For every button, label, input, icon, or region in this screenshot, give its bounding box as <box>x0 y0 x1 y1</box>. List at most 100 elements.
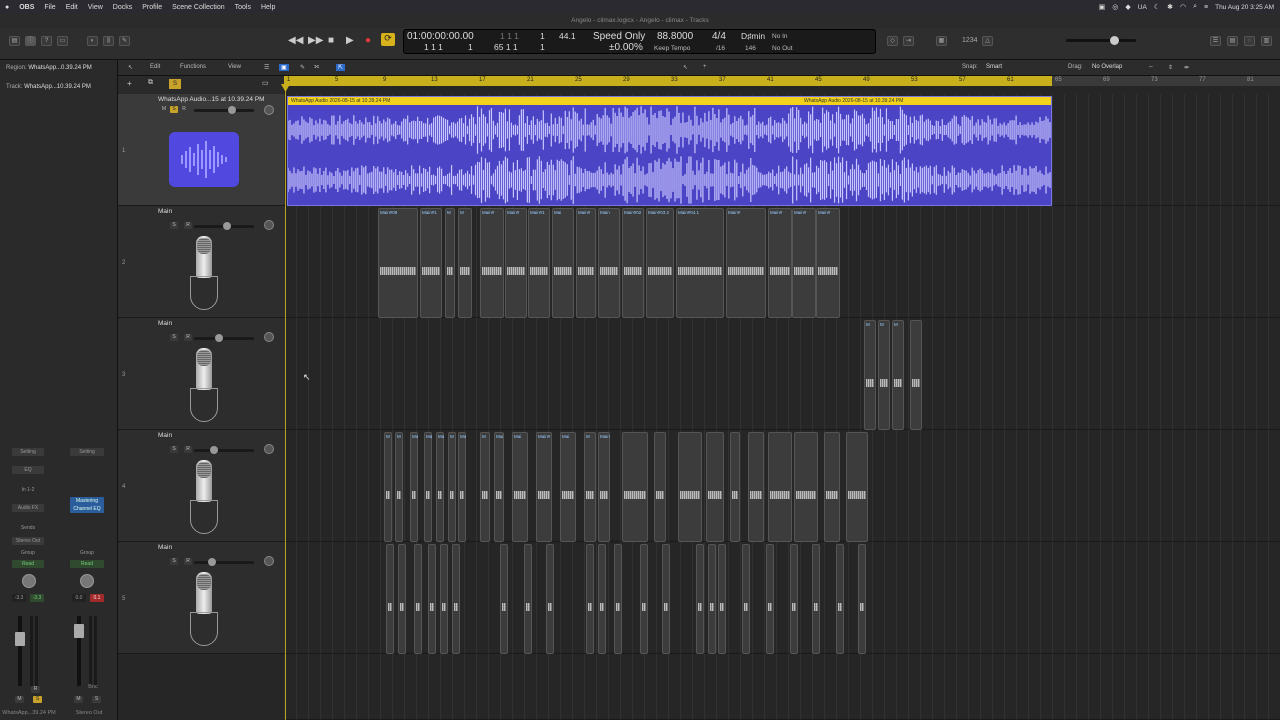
audio-clip[interactable] <box>708 544 716 654</box>
notes-icon[interactable]: ▤ <box>1227 36 1238 46</box>
audio-clip[interactable]: M <box>384 432 392 542</box>
strip2-fader[interactable] <box>74 624 84 638</box>
inspector-icon[interactable]: ⓘ <box>25 36 36 46</box>
focus-icon[interactable]: ☾ <box>1154 3 1160 11</box>
audio-clip[interactable]: Mai <box>552 208 574 318</box>
audio-clip[interactable] <box>414 544 422 654</box>
audio-clip[interactable] <box>654 432 666 542</box>
metronome-icon[interactable]: ▦ <box>936 36 947 46</box>
audio-clip[interactable]: Mai <box>410 432 418 542</box>
audio-clip[interactable]: Main# <box>576 208 596 318</box>
editors-icon[interactable]: ✎ <box>119 36 130 46</box>
library-icon[interactable]: ▤ <box>9 36 20 46</box>
catch-icon[interactable]: ⇱ <box>336 64 346 71</box>
master-volume-knob[interactable] <box>1110 36 1119 45</box>
audio-clip[interactable] <box>794 432 818 542</box>
audio-clip[interactable]: Main# <box>458 432 466 542</box>
track-volume-slider[interactable] <box>194 337 254 340</box>
app-menu[interactable]: OBS <box>14 4 39 11</box>
track-pan-knob[interactable] <box>264 105 274 115</box>
audio-clip[interactable]: Mai <box>512 432 528 542</box>
audio-clip[interactable]: Main <box>598 432 610 542</box>
audio-clip[interactable]: Main# <box>536 432 552 542</box>
empty-lane[interactable] <box>284 654 1280 720</box>
audio-clip[interactable]: Main# <box>768 208 792 318</box>
strip1-sends[interactable]: Sends <box>12 524 44 532</box>
audio-clip[interactable] <box>790 544 798 654</box>
solo-button[interactable]: S <box>170 222 178 229</box>
audio-clip[interactable] <box>622 432 648 542</box>
record-enable-button[interactable]: R <box>184 558 192 565</box>
menu-view[interactable]: View <box>83 4 108 11</box>
track-volume-knob[interactable] <box>215 334 223 342</box>
audio-clip[interactable] <box>598 544 606 654</box>
pencil-icon[interactable]: ✎ <box>300 64 305 71</box>
menu-docks[interactable]: Docks <box>108 4 137 11</box>
audio-clip[interactable]: Main# <box>726 208 766 318</box>
track-name[interactable]: WhatsApp...10.39.24 PM <box>24 84 91 90</box>
audio-clip[interactable] <box>386 544 394 654</box>
audio-clip[interactable] <box>546 544 554 654</box>
audio-clip[interactable]: Main#1 <box>420 208 442 318</box>
stop-icon[interactable]: ■ <box>328 35 334 46</box>
smart-controls-icon[interactable]: ◐ <box>87 36 98 46</box>
audio-clip[interactable]: Main#08 <box>378 208 418 318</box>
track-volume-slider[interactable] <box>194 561 254 564</box>
strip2-automation[interactable]: Read <box>70 560 104 568</box>
strip1-audio-fx[interactable]: Audio FX <box>12 504 44 512</box>
quick-help-icon[interactable]: ? <box>41 36 52 46</box>
record-enable-button[interactable]: R <box>184 222 192 229</box>
strip1-setting[interactable]: Setting <box>12 448 44 456</box>
cycle-icon[interactable]: ⟳ <box>381 33 395 46</box>
strip2-bounce[interactable]: Bnc <box>86 684 100 690</box>
track-header-3[interactable]: 3 Main S R <box>118 318 284 430</box>
audio-clip[interactable] <box>846 432 868 542</box>
strip2-plugin[interactable]: Mastering Channel EQ <box>70 497 104 513</box>
strip2-pan-knob[interactable] <box>80 574 94 588</box>
audio-clip[interactable]: M <box>584 432 596 542</box>
strip1-fader[interactable] <box>15 632 25 646</box>
record-enable-button[interactable]: R <box>184 334 192 341</box>
horizontal-zoom-icon[interactable]: ⇹ <box>1184 64 1189 71</box>
strip1-input[interactable]: In 1-2 <box>12 486 44 494</box>
audio-clip[interactable]: M <box>448 432 456 542</box>
marker-lane[interactable] <box>284 86 1280 94</box>
eye-icon[interactable]: ◆ <box>1125 3 1130 11</box>
rewind-icon[interactable]: ◀◀ <box>288 35 303 46</box>
audio-clip[interactable] <box>730 432 740 542</box>
audio-clip[interactable]: Mai <box>560 432 576 542</box>
audio-clip[interactable] <box>824 432 840 542</box>
track-header-4[interactable]: 4 Main S R <box>118 430 284 542</box>
audio-clip[interactable] <box>614 544 622 654</box>
back-icon[interactable]: ↖ <box>128 64 133 71</box>
strip2-group[interactable]: Group <box>70 549 104 557</box>
bar-ruler[interactable]: 1 5 9 13 17 21 25 29 33 37 41 45 49 53 5… <box>284 76 1280 86</box>
vertical-zoom-icon[interactable]: ⇕ <box>1168 64 1173 71</box>
list-editors-icon[interactable]: ☰ <box>1210 36 1221 46</box>
add-track-icon[interactable]: + <box>127 79 132 88</box>
duplicate-track-icon[interactable]: ⧉ <box>148 79 153 87</box>
forward-icon[interactable]: ▶▶ <box>308 35 323 46</box>
solo-button[interactable]: S <box>170 446 178 453</box>
tuner-icon[interactable]: ◇ <box>887 36 898 46</box>
audio-clip[interactable] <box>586 544 594 654</box>
strip1-solo[interactable]: S <box>33 696 42 703</box>
spotlight-icon[interactable]: ⌕ <box>1193 3 1197 11</box>
audio-clip[interactable] <box>836 544 844 654</box>
zoom-icon[interactable]: ⇔ <box>1148 64 1154 70</box>
track-header-options-icon[interactable]: ▭ <box>262 79 269 87</box>
view-menu[interactable]: View <box>228 64 241 70</box>
audio-clip[interactable]: M <box>864 320 876 430</box>
audio-clip[interactable]: Mai <box>494 432 504 542</box>
track-volume-slider[interactable] <box>194 449 254 452</box>
audio-clip[interactable]: Main# <box>505 208 527 318</box>
audio-clip[interactable]: M <box>892 320 904 430</box>
track-name-label[interactable]: Main <box>158 432 172 439</box>
track-name-label[interactable]: WhatsApp Audio...15 at 10.39.24 PM <box>158 96 265 103</box>
audio-clip[interactable] <box>398 544 406 654</box>
audio-region[interactable]: WhatsApp Audio 2026-08-15 at 10.39.24 PM… <box>287 96 1052 206</box>
audio-clip[interactable]: Main <box>598 208 620 318</box>
global-solo-icon[interactable]: S <box>169 79 181 89</box>
track-pan-knob[interactable] <box>264 444 274 454</box>
track-pan-knob[interactable] <box>264 332 274 342</box>
